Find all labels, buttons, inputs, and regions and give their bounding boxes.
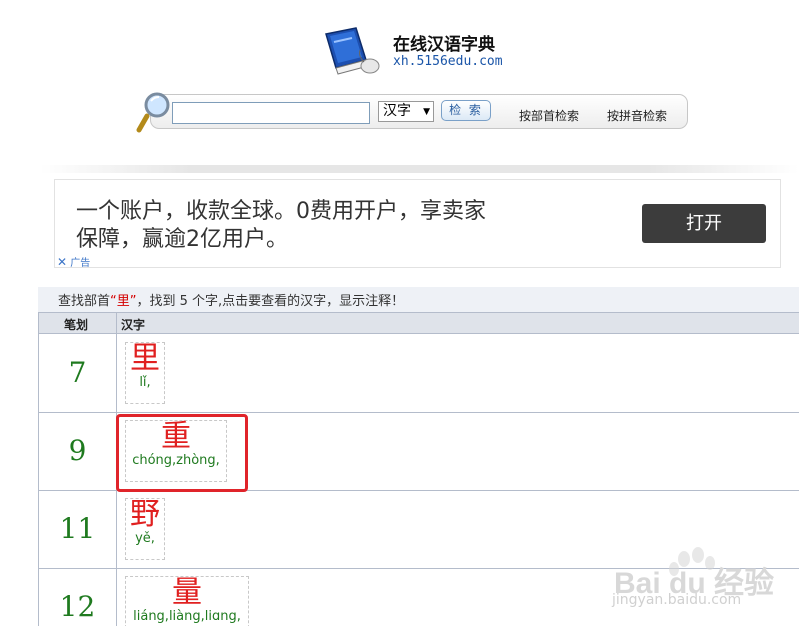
pinyin: lǐ, (139, 375, 151, 390)
site-url[interactable]: xh.5156edu.com (393, 54, 503, 69)
stroke-count: 11 (59, 512, 96, 545)
hanzi: 野 (130, 497, 160, 532)
ad-text[interactable]: 一个账户，收款全球。0费用开户，享卖家 保障，赢逾2亿用户。 (76, 198, 596, 254)
table-header: 笔划 汉字 (39, 312, 799, 334)
ad-open-button[interactable]: 打开 (642, 204, 766, 243)
col-chars-header: 汉字 (121, 318, 146, 332)
close-icon[interactable]: ✕ (57, 255, 67, 269)
magnifier-icon (136, 92, 170, 133)
pinyin: yě, (135, 531, 155, 546)
radical-name: “里” (110, 294, 137, 309)
char-entry[interactable]: 量 liáng,liàng,liɑng, (125, 576, 249, 626)
result-info-text: 查找部首“里”，找到 5 个字,点击要查看的汉字，显示注释！ (58, 290, 404, 309)
pinyin-search-link[interactable]: 按拼音检索 (607, 107, 667, 124)
ad-label[interactable]: ✕ 广告 (57, 254, 90, 269)
watermark-url: jingyan.baidu.com (612, 592, 742, 608)
table-row: 7 里 lǐ, (39, 334, 799, 413)
char-entry[interactable]: 里 lǐ, (125, 342, 165, 404)
search-type-value: 汉字 (383, 103, 411, 119)
info-suffix: ，找到 5 个字,点击要查看的汉字，显示注释！ (136, 294, 405, 309)
radical-search-link[interactable]: 按部首检索 (519, 107, 579, 124)
ad-text-line: 保障，赢逾2亿用户。 (76, 227, 288, 252)
highlight-box (116, 414, 248, 492)
search-type-select[interactable]: 汉字 ▼ (378, 101, 434, 122)
divider (40, 165, 799, 173)
ad-label-text: 广告 (70, 258, 91, 269)
logo-book-icon (325, 27, 380, 75)
stroke-count: 7 (68, 356, 87, 389)
stroke-count: 12 (59, 590, 96, 623)
hanzi: 里 (130, 341, 160, 376)
site-title[interactable]: 在线汉语字典 (393, 30, 495, 55)
hanzi: 量 (172, 575, 202, 610)
dropdown-arrow-icon: ▼ (423, 107, 430, 117)
pinyin: liáng,liàng,liɑng, (133, 609, 241, 624)
ad-text-line: 一个账户，收款全球。0费用开户，享卖家 (76, 199, 486, 224)
stroke-count: 9 (68, 434, 87, 467)
char-entry[interactable]: 野 yě, (125, 498, 165, 560)
search-button[interactable]: 检 索 (441, 100, 491, 121)
info-prefix: 查找部首 (58, 294, 111, 309)
search-input[interactable] (172, 102, 370, 124)
col-strokes-header: 笔划 (64, 318, 89, 332)
